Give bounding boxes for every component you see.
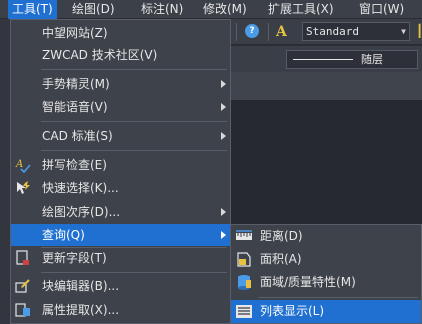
submenu-item-area[interactable]: 面积(A) [231, 248, 421, 271]
properties-toolbar: 随层 [230, 46, 422, 72]
menu-separator [258, 297, 418, 298]
menu-separator [41, 272, 227, 273]
submenu-item-label: 面域/质量特性(M) [260, 275, 356, 289]
toolbar-background [230, 72, 422, 100]
menu-item-label: 更新字段(T) [42, 251, 107, 265]
menu-item-label: 手势精灵(M) [42, 77, 110, 91]
list-icon [235, 303, 253, 320]
submenu-arrow-icon [221, 132, 226, 140]
menu-draw[interactable]: 绘图(D) [68, 0, 119, 19]
linetype-select[interactable]: 随层 [286, 50, 418, 69]
submenu-item-label: 面积(A) [260, 252, 302, 266]
menu-dimension[interactable]: 标注(N) [137, 0, 187, 19]
menu-item-label: CAD 标准(S) [42, 129, 113, 143]
menu-separator [41, 69, 227, 70]
linetype-value: 随层 [361, 53, 383, 66]
menu-item-label: 块编辑器(B)... [42, 279, 120, 293]
svg-text:A: A [15, 159, 23, 170]
menu-item-label: 属性提取(X)... [42, 303, 120, 317]
drawing-canvas[interactable] [230, 100, 422, 224]
menu-item-draw-order[interactable]: 绘图次序(D)... [11, 201, 230, 223]
submenu-arrow-icon [221, 103, 226, 111]
help-icon[interactable]: ? [245, 24, 259, 38]
block-editor-icon [15, 278, 31, 294]
menu-window[interactable]: 窗口(W) [355, 0, 408, 19]
toolbar-separator [236, 23, 237, 41]
menu-item-inquiry[interactable]: 查询(Q) [11, 224, 230, 246]
menu-item-quick-select[interactable]: 快速选择(K)... [11, 177, 230, 199]
menu-separator [41, 121, 227, 122]
submenu-item-distance[interactable]: 距离(D) [231, 225, 421, 248]
menu-bar: 工具(T) 绘图(D) 标注(N) 修改(M) 扩展工具(X) 窗口(W) [0, 0, 422, 19]
submenu-item-label: 距离(D) [260, 229, 303, 243]
menu-item-block-editor[interactable]: 块编辑器(B)... [11, 275, 230, 297]
distance-icon [235, 228, 253, 245]
spell-check-icon: A [15, 157, 31, 174]
menu-item-gesture-wizard[interactable]: 手势精灵(M) [11, 73, 230, 95]
linetype-preview [293, 59, 353, 60]
submenu-arrow-icon [221, 208, 226, 216]
submenu-arrow-icon [221, 231, 226, 239]
menu-item-label: 快速选择(K)... [42, 181, 119, 195]
menu-item-spell-check[interactable]: A 拼写检查(E) [11, 154, 230, 176]
tools-menu: 中望网站(Z) ZWCAD 技术社区(V) 手势精灵(M) 智能语音(V) CA… [10, 19, 231, 324]
menu-item-label: 智能语音(V) [42, 100, 108, 114]
menu-item-label: 拼写检查(E) [42, 158, 107, 172]
inquiry-submenu: 距离(D) 面积(A) 面域/质量特性(M) 列表显示(L) [230, 224, 422, 324]
menu-item-label: ZWCAD 技术社区(V) [42, 48, 158, 62]
styles-toolbar: ? A Standard ▼ ┃ [230, 19, 422, 45]
text-style-icon[interactable]: A [276, 23, 294, 41]
toolbar-separator [268, 23, 269, 41]
menu-item-update-field[interactable]: 更新字段(T) [11, 247, 230, 269]
submenu-item-label: 列表显示(L) [260, 304, 325, 318]
menu-item-smart-voice[interactable]: 智能语音(V) [11, 96, 230, 118]
menu-item-attribute-extract[interactable]: 属性提取(X)... [11, 299, 230, 321]
menu-item-label: 中望网站(Z) [42, 26, 108, 40]
text-style-value: Standard [306, 25, 359, 38]
menu-tools[interactable]: 工具(T) [8, 0, 57, 19]
text-style-select[interactable]: Standard ▼ [302, 22, 410, 41]
quick-select-icon [15, 180, 31, 196]
submenu-arrow-icon [221, 80, 226, 88]
submenu-item-mass-properties[interactable]: 面域/质量特性(M) [231, 271, 421, 294]
menu-item-tech-community[interactable]: ZWCAD 技术社区(V) [11, 44, 230, 66]
submenu-item-list-display[interactable]: 列表显示(L) [231, 300, 421, 323]
menu-separator [41, 150, 227, 151]
chevron-down-icon: ▼ [401, 27, 406, 36]
menu-modify[interactable]: 修改(M) [199, 0, 251, 19]
menu-item-label: 查询(Q) [42, 228, 85, 242]
attribute-extract-icon [15, 302, 31, 318]
update-field-icon [15, 250, 31, 266]
menu-extension-tools[interactable]: 扩展工具(X) [264, 0, 338, 19]
menu-item-cad-standards[interactable]: CAD 标准(S) [11, 125, 230, 147]
menu-item-label: 绘图次序(D)... [42, 205, 121, 219]
dimension-style-icon[interactable]: ┃ [416, 24, 422, 38]
mass-properties-icon [235, 274, 253, 291]
menu-item-zwsoft-website[interactable]: 中望网站(Z) [11, 22, 230, 44]
area-icon [235, 251, 253, 268]
